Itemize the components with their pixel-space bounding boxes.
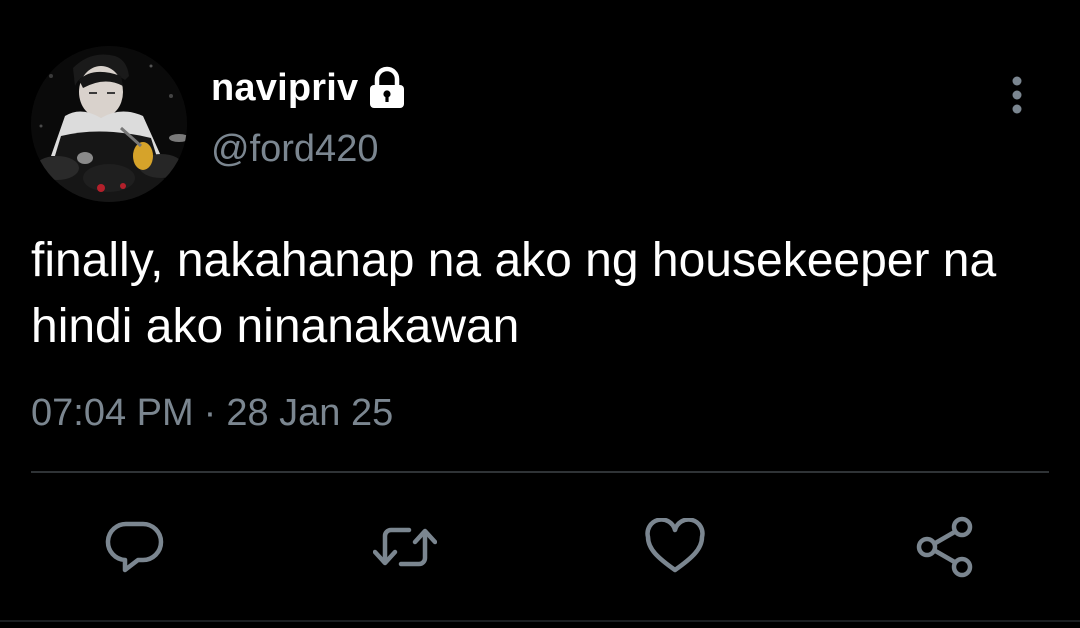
tweet-text: finally, nakahanap na ako ng housekeeper… (31, 234, 997, 353)
avatar-photo (31, 46, 187, 202)
like-button[interactable] (643, 515, 707, 579)
speech-bubble-icon (105, 521, 164, 573)
share-nodes-icon (916, 516, 973, 578)
divider (31, 471, 1049, 473)
tweet-detail: navipriv @ford420 finally, nakahanap na … (0, 0, 1080, 628)
tweet-timestamp[interactable]: 07:04 PM · 28 Jan 25 (31, 392, 393, 435)
vertical-dots-icon (1012, 76, 1022, 114)
tweet-date: 28 Jan 25 (226, 392, 394, 434)
more-options-button[interactable] (997, 73, 1037, 117)
retweet-arrows-icon (373, 527, 437, 567)
tweet-time: 07:04 PM (31, 392, 194, 434)
reply-button[interactable] (103, 515, 167, 579)
meta-separator: · (203, 392, 217, 434)
retweet-button[interactable] (373, 515, 437, 579)
user-handle[interactable]: @ford420 (211, 128, 378, 171)
lock-icon (367, 66, 407, 110)
avatar[interactable] (31, 46, 187, 202)
heart-icon (645, 518, 705, 573)
author-row: navipriv (211, 63, 407, 113)
bottom-divider (0, 620, 1080, 622)
display-name[interactable]: navipriv (211, 67, 358, 110)
share-button[interactable] (913, 515, 977, 579)
